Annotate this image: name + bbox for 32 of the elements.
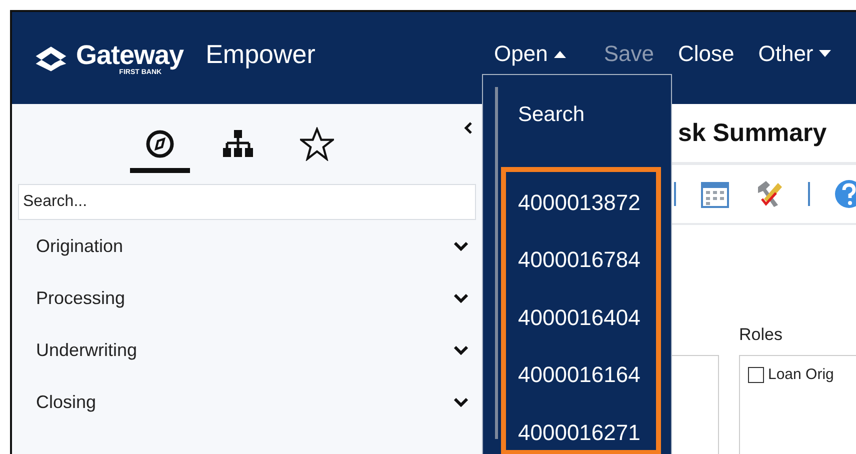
search-field[interactable]: Search... <box>18 184 476 220</box>
menu-item[interactable]: 4000016271 <box>506 404 656 454</box>
caret-icon <box>554 50 566 58</box>
nav-item[interactable]: Origination <box>36 236 124 256</box>
chevron-icon[interactable] <box>454 345 468 355</box>
collapse-icon[interactable] <box>464 122 472 134</box>
star-icon <box>300 126 334 160</box>
checkbox[interactable] <box>748 366 764 382</box>
menu-item[interactable]: 4000016784 <box>506 232 656 289</box>
logo-name: Gateway <box>76 40 184 68</box>
menu-item[interactable]: 4000016164 <box>506 346 656 404</box>
chevron-icon[interactable] <box>454 397 468 407</box>
menu-item[interactable]: Other <box>746 41 844 67</box>
checkbox-label: Loan Orig <box>768 366 834 383</box>
roles-label: Roles <box>739 325 784 346</box>
page-title: sk Summary <box>678 118 827 148</box>
chevron-icon[interactable] <box>454 241 468 251</box>
nav-item[interactable]: Closing <box>36 392 96 412</box>
menu-item[interactable]: Search <box>483 75 671 151</box>
app-name: Empower <box>206 38 316 70</box>
menu-item[interactable]: 4000016404 <box>506 289 656 346</box>
nav-item[interactable]: Processing <box>36 288 126 308</box>
menu-item[interactable]: Close <box>666 41 746 67</box>
nav-item[interactable]: Underwriting <box>36 340 138 360</box>
hierarchy-icon <box>222 128 254 160</box>
calendar-icon[interactable] <box>700 179 730 209</box>
compass-icon <box>144 128 176 160</box>
caret-icon <box>819 50 832 58</box>
help-icon[interactable] <box>834 179 856 209</box>
menu-item[interactable]: 4000013872 <box>506 174 656 232</box>
chevron-icon[interactable] <box>454 293 468 303</box>
menu-item[interactable]: Open <box>482 41 578 67</box>
